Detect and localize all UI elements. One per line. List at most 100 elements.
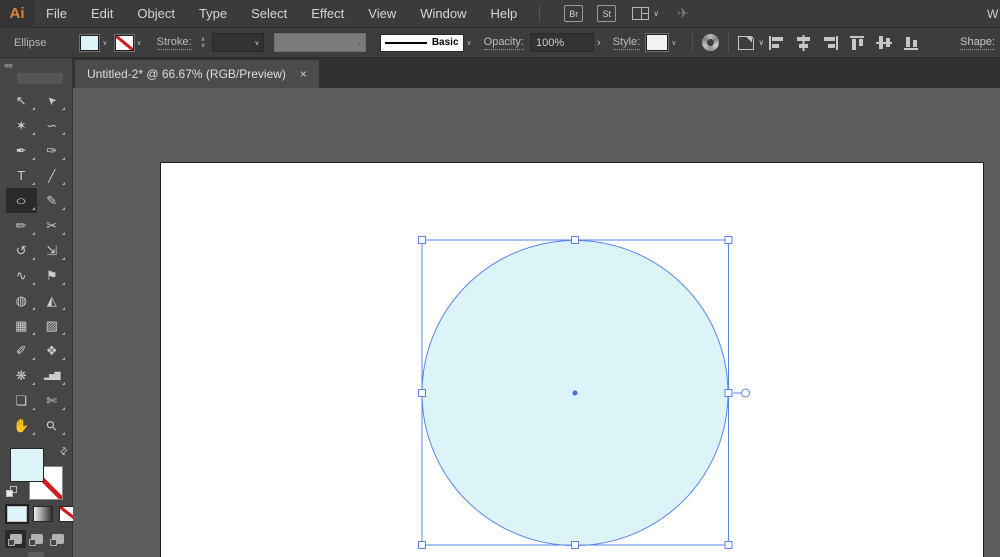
artboard-tool[interactable]: ❏: [6, 388, 37, 413]
stroke-panel-link[interactable]: Stroke:: [156, 36, 192, 50]
arrange-documents-icon[interactable]: [632, 7, 650, 20]
selection-tool[interactable]: ↖: [6, 88, 37, 113]
handle-bottom-right[interactable]: [724, 541, 733, 549]
width-tool[interactable]: ∿: [6, 263, 37, 288]
pen-tool[interactable]: ✒: [6, 138, 37, 163]
selection-tool-icon: ↖: [15, 92, 27, 108]
symbol-sprayer-tool[interactable]: ❋: [6, 363, 37, 388]
perspective-grid-tool[interactable]: ◭: [37, 288, 68, 313]
menu-view[interactable]: View: [356, 6, 408, 21]
align-horizontal-center-icon[interactable]: [795, 34, 812, 51]
transform-icon[interactable]: [738, 35, 755, 50]
zoom-tool[interactable]: ⚲: [37, 413, 68, 438]
menu-window[interactable]: Window: [408, 6, 478, 21]
swap-fill-stroke-icon[interactable]: ⇄: [57, 445, 71, 459]
align-vertical-top-icon[interactable]: [849, 35, 866, 51]
eyedropper-tool[interactable]: ✐: [6, 338, 37, 363]
canvas-area[interactable]: [73, 88, 1000, 557]
controlbar-divider: [728, 32, 730, 53]
menu-type[interactable]: Type: [187, 6, 239, 21]
paintbrush-tool[interactable]: ✎: [37, 188, 68, 213]
ellipse-tool[interactable]: ○: [6, 188, 37, 213]
handle-top-right[interactable]: [724, 236, 733, 244]
shaper-tool[interactable]: ✏: [6, 213, 37, 238]
style-panel-link[interactable]: Style:: [612, 36, 641, 50]
scale-tool-icon: ⇲: [46, 242, 58, 258]
collapse-panel-button[interactable]: ««: [4, 60, 13, 70]
scale-tool[interactable]: ⇲: [37, 238, 68, 263]
draw-behind-button[interactable]: [26, 530, 47, 548]
illustrator-logo: Ai: [0, 0, 34, 28]
menu-effect[interactable]: Effect: [299, 6, 356, 21]
fill-chevron-icon[interactable]: ∨: [102, 39, 107, 47]
workspace-switcher[interactable]: W: [987, 7, 1000, 21]
center-point[interactable]: [572, 390, 578, 396]
align-vertical-center-icon[interactable]: [876, 35, 893, 51]
tools-panel: «« ↖ ➤ ✶ ∽ ✒ ✑ T ╱ ○ ✎ ✏ ✂ ↺ ⇲ ∿ ⚑ ◍ ◭ ▦ ▨ ✐ ❖ ❋ ▂▅▇ ❏ ✄ ✋ ⚲ ⇄: [0, 58, 79, 557]
shape-builder-tool[interactable]: ◍: [6, 288, 37, 313]
stroke-color-swatch[interactable]: [113, 33, 135, 52]
rotate-tool[interactable]: ↺: [6, 238, 37, 263]
hand-tool[interactable]: ✋: [6, 413, 37, 438]
menu-object[interactable]: Object: [125, 6, 187, 21]
tab-close-icon[interactable]: ×: [300, 67, 307, 81]
curvature-tool[interactable]: ✑: [37, 138, 68, 163]
panel-grip[interactable]: [17, 73, 63, 84]
line-segment-tool[interactable]: ╱: [37, 163, 68, 188]
mesh-tool[interactable]: ▦: [6, 313, 37, 338]
blend-tool[interactable]: ❖: [37, 338, 68, 363]
magic-wand-tool[interactable]: ✶: [6, 113, 37, 138]
style-swatch[interactable]: [645, 33, 670, 52]
opacity-expand-icon[interactable]: ›: [597, 37, 601, 49]
style-chevron-icon[interactable]: ∨: [671, 39, 676, 47]
lasso-tool[interactable]: ∽: [37, 113, 68, 138]
slice-tool[interactable]: ✄: [37, 388, 68, 413]
bridge-button[interactable]: Br: [564, 5, 584, 22]
direct-selection-tool[interactable]: ➤: [37, 88, 68, 113]
gradient-button[interactable]: [33, 506, 53, 522]
stroke-chevron-icon[interactable]: ∨: [137, 39, 142, 47]
default-fill-stroke-icon[interactable]: [6, 486, 18, 498]
draw-inside-button[interactable]: [47, 530, 68, 548]
selection-overlay: [418, 236, 750, 549]
align-horizontal-right-icon[interactable]: [822, 35, 839, 51]
transform-chevron-icon[interactable]: ∨: [758, 38, 764, 47]
shape-panel-link[interactable]: Shape:: [960, 36, 995, 50]
screen-mode-button[interactable]: [28, 552, 44, 557]
recolor-artwork-icon[interactable]: [702, 34, 720, 51]
handle-top-left[interactable]: [418, 236, 426, 244]
align-horizontal-left-icon[interactable]: [768, 35, 785, 51]
gradient-tool[interactable]: ▨: [37, 313, 68, 338]
handle-middle-right[interactable]: [724, 389, 733, 397]
handle-bottom-center[interactable]: [571, 541, 579, 549]
lasso-tool-icon: ∽: [46, 117, 58, 133]
brush-definition-dropdown[interactable]: Basic: [379, 33, 464, 52]
handle-middle-left[interactable]: [418, 389, 426, 397]
align-vertical-bottom-icon[interactable]: [903, 35, 920, 51]
brush-chevron-icon[interactable]: ∨: [467, 39, 472, 47]
stroke-weight-dropdown[interactable]: ∨: [211, 33, 264, 52]
menu-select[interactable]: Select: [239, 6, 299, 21]
fill-color-swatch[interactable]: [79, 33, 101, 52]
puppet-warp-tool[interactable]: ⚑: [37, 263, 68, 288]
handle-bottom-left[interactable]: [418, 541, 426, 549]
menu-file[interactable]: File: [34, 6, 79, 21]
symbol-sprayer-tool-icon: ❋: [15, 367, 27, 383]
type-tool[interactable]: T: [6, 163, 37, 188]
opacity-input[interactable]: 100%: [530, 33, 594, 52]
scissors-tool[interactable]: ✂: [37, 213, 68, 238]
menu-edit[interactable]: Edit: [79, 6, 125, 21]
stroke-weight-stepper[interactable]: ∧ ∨: [198, 34, 209, 52]
opacity-panel-link[interactable]: Opacity:: [483, 36, 524, 50]
stock-button[interactable]: St: [597, 5, 617, 22]
draw-normal-button[interactable]: [5, 530, 26, 548]
column-graph-tool[interactable]: ▂▅▇: [37, 363, 68, 388]
color-button[interactable]: [5, 504, 29, 524]
handle-top-center[interactable]: [571, 236, 579, 244]
stepper-down-icon[interactable]: ∨: [201, 43, 205, 49]
live-shape-widget[interactable]: [741, 388, 750, 398]
arrange-documents-chevron-icon[interactable]: ∨: [653, 9, 659, 18]
menu-help[interactable]: Help: [478, 6, 529, 21]
document-tab[interactable]: Untitled-2* @ 66.67% (RGB/Preview) ×: [75, 60, 319, 88]
fill-proxy-swatch[interactable]: [10, 448, 44, 482]
